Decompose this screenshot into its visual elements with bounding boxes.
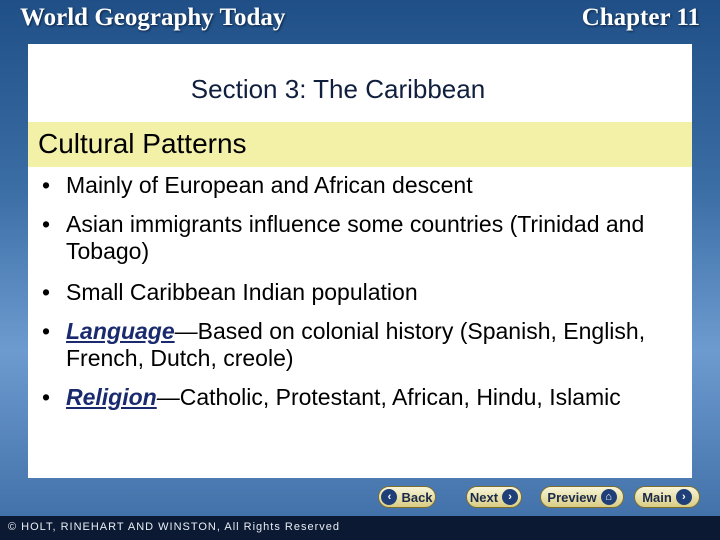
back-label: Back [401,489,433,505]
preview-button[interactable]: Preview ⌂ [540,486,624,508]
bullet-text: —Catholic, Protestant, African, Hindu, I… [156,384,621,410]
back-button[interactable]: ‹ Back [378,486,436,508]
slide-panel: Section 3: The Caribbean Cultural Patter… [28,44,692,478]
main-arrow-icon: › [675,489,692,505]
bullet-list: • Mainly of European and African descent … [42,172,682,423]
chapter-label: Chapter 11 [581,4,700,31]
bullet-item: • Language—Based on colonial history (Spa… [42,318,682,372]
main-label: Main [642,489,672,505]
back-arrow-icon: ‹ [381,489,398,505]
bullet-dot-icon: • [42,211,51,237]
bullet-item: • Mainly of European and African descent [42,172,682,199]
bullet-item: • Asian immigrants influence some countri… [42,211,682,265]
bullet-dot-icon: • [42,384,51,410]
next-arrow-icon: › [502,489,519,505]
bullet-dot-icon: • [42,318,51,344]
topic-title: Cultural Patterns [38,128,247,159]
bullet-item: • Small Caribbean Indian population [42,279,682,306]
next-label: Next [469,489,499,505]
footer-bar: © HOLT, RINEHART AND WINSTON, All Rights… [0,516,720,540]
preview-label: Preview [547,489,597,505]
topic-band: Cultural Patterns [28,122,692,167]
main-button[interactable]: Main › [634,486,700,508]
bullet-dot-icon: • [42,172,51,198]
bullet-text: Mainly of European and African descent [66,172,473,198]
home-icon: ⌂ [600,489,617,505]
bullet-text: Small Caribbean Indian population [66,279,418,305]
bullet-item: • Religion—Catholic, Protestant, African,… [42,384,682,411]
term-language-link[interactable]: Language [66,318,175,344]
bullet-dot-icon: • [42,279,51,305]
course-title: World Geography Today [20,4,286,31]
next-button[interactable]: Next › [466,486,522,508]
term-religion-link[interactable]: Religion [66,384,157,410]
section-title: Section 3: The Caribbean [190,74,486,104]
copyright-text: © HOLT, RINEHART AND WINSTON, All Rights… [8,521,340,533]
bullet-text: Asian immigrants influence some countrie… [66,211,645,264]
